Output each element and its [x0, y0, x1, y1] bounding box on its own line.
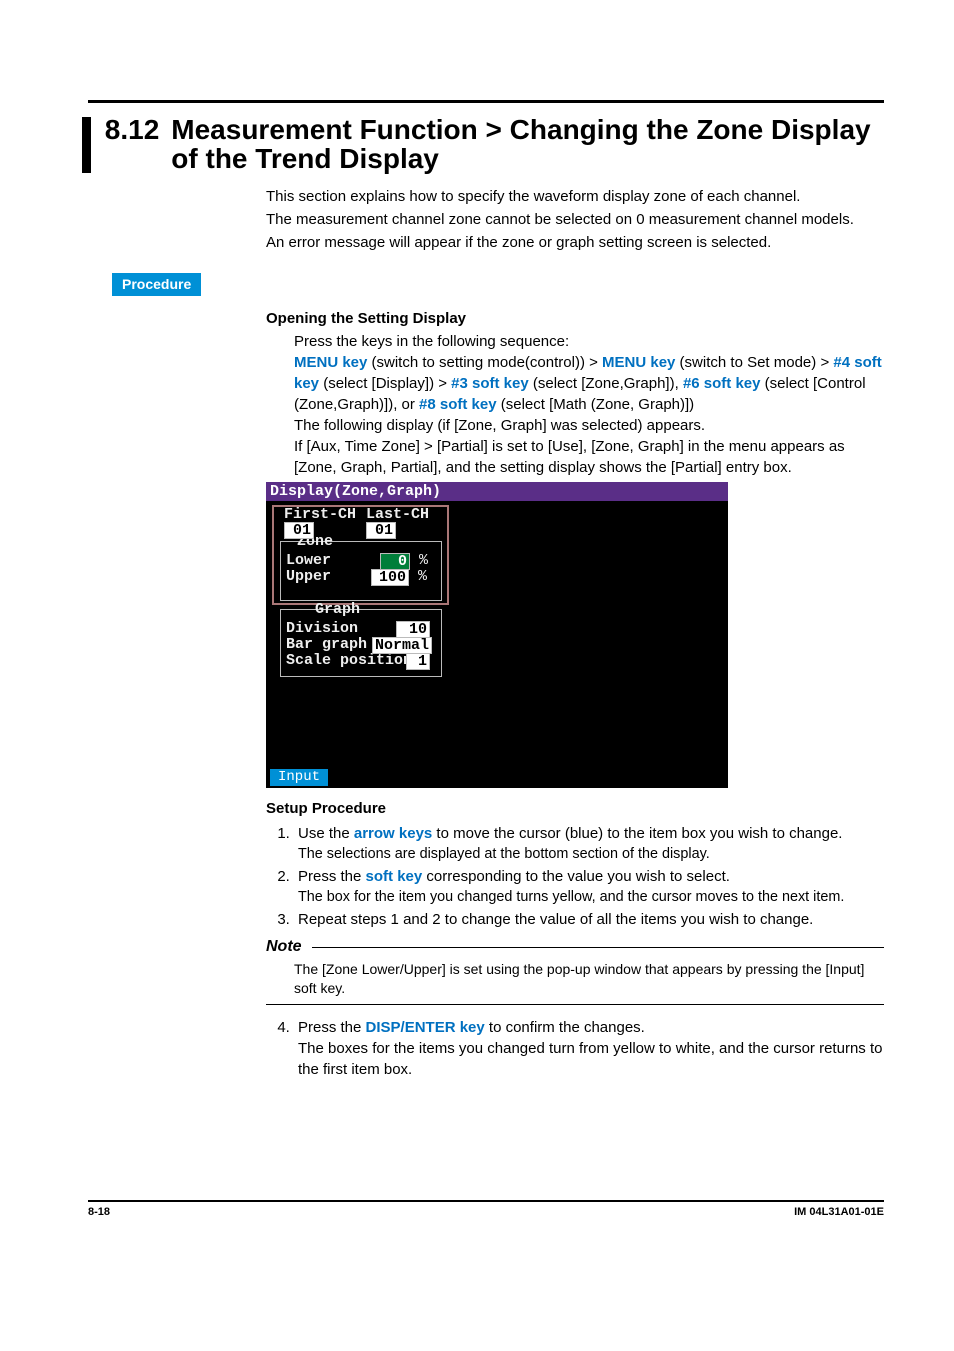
last-ch-label: Last-CH: [366, 507, 429, 522]
page-number: 8-18: [88, 1206, 110, 1218]
procedure-label: Procedure: [112, 273, 201, 296]
division-value[interactable]: 10: [396, 621, 430, 638]
step-4: Press the DISP/ENTER key to confirm the …: [294, 1017, 884, 1080]
note-text: The [Zone Lower/Upper] is set using the …: [294, 960, 884, 998]
page-footer: 8-18 IM 04L31A01-01E: [88, 1200, 884, 1218]
upper-value[interactable]: 100: [371, 569, 409, 586]
intro-line: This section explains how to specify the…: [266, 186, 884, 207]
screen-title: Display(Zone,Graph): [266, 482, 728, 501]
disp-enter-key: DISP/ENTER key: [366, 1019, 485, 1036]
opening-setting-title: Opening the Setting Display: [266, 308, 884, 329]
setup-steps: Use the arrow keys to move the cursor (b…: [266, 823, 884, 930]
section-heading: 8.12 Measurement Function > Changing the…: [82, 113, 884, 174]
softkey-8: #8 soft key: [419, 396, 497, 413]
division-label: Division: [286, 621, 358, 636]
scalepos-value[interactable]: 1: [406, 653, 430, 670]
leadin-text: Press the keys in the following sequence…: [294, 331, 884, 352]
last-ch-value[interactable]: 01: [366, 522, 396, 539]
step-3: Repeat steps 1 and 2 to change the value…: [294, 909, 884, 930]
arrow-keys: arrow keys: [354, 825, 432, 842]
setup-steps-cont: Press the DISP/ENTER key to confirm the …: [266, 1017, 884, 1080]
step-1: Use the arrow keys to move the cursor (b…: [294, 823, 884, 864]
scalepos-label: Scale position: [286, 653, 412, 668]
intro-text: This section explains how to specify the…: [266, 186, 884, 253]
lower-value[interactable]: 0: [380, 553, 410, 570]
key-sequence: MENU key (switch to setting mode(control…: [294, 352, 884, 415]
heading-title: Measurement Function > Changing the Zone…: [171, 113, 884, 174]
upper-label: Upper: [286, 569, 331, 584]
after-text: If [Aux, Time Zone] > [Partial] is set t…: [294, 436, 884, 478]
after-text: The following display (if [Zone, Graph] …: [294, 415, 884, 436]
graph-legend: Graph: [312, 602, 363, 617]
first-ch-label: First-CH: [284, 507, 356, 522]
first-ch-value[interactable]: 01: [284, 522, 314, 539]
heading-marker: [82, 117, 91, 173]
bargraph-value[interactable]: Normal: [372, 637, 432, 654]
note-block: Note The [Zone Lower/Upper] is set using…: [266, 936, 884, 1005]
input-softkey[interactable]: Input: [270, 769, 328, 786]
device-screenshot: Display(Zone,Graph) Zone Graph First-CH …: [266, 482, 728, 788]
setup-procedure-title: Setup Procedure: [266, 798, 884, 819]
intro-line: The measurement channel zone cannot be s…: [266, 209, 884, 230]
bargraph-label: Bar graph: [286, 637, 367, 652]
menu-key: MENU key: [602, 354, 675, 371]
softkey-3: #3 soft key: [451, 375, 529, 392]
lower-label: Lower: [286, 553, 331, 568]
doc-id: IM 04L31A01-01E: [794, 1206, 884, 1218]
softkey-6: #6 soft key: [683, 375, 761, 392]
menu-key: MENU key: [294, 354, 367, 371]
intro-line: An error message will appear if the zone…: [266, 232, 884, 253]
heading-number: 8.12: [105, 113, 160, 144]
note-label: Note: [266, 936, 302, 958]
step-2: Press the soft key corresponding to the …: [294, 866, 884, 907]
soft-key: soft key: [366, 868, 423, 885]
